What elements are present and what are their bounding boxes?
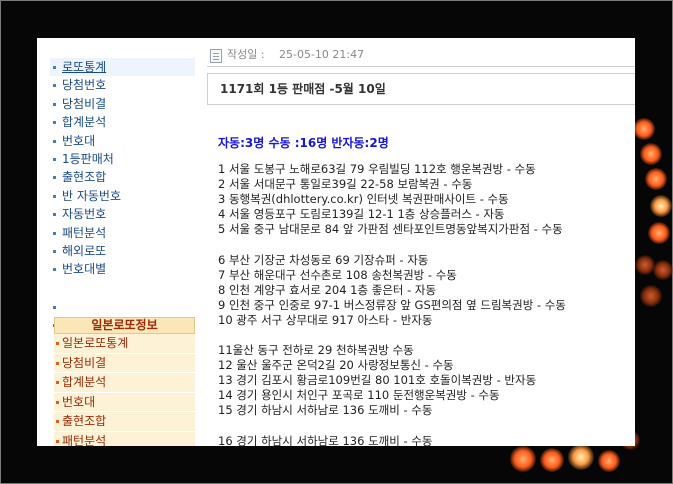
menu-item-empty bbox=[50, 298, 195, 316]
date-label: 작성일 : bbox=[227, 48, 265, 61]
bullet-icon bbox=[53, 157, 56, 161]
sidebar: 로또통계 당첨번호 당첨비결 합계분석 번호대 1등판매처 출현조합 반 자동번… bbox=[37, 38, 200, 446]
list-item: 10 광주 서구 상무대로 917 아스타 - 반자동 bbox=[218, 312, 433, 327]
list-item: 2 서울 서대문구 통일로39길 22-58 보람복권 - 수동 bbox=[218, 177, 473, 191]
list-gap bbox=[218, 328, 635, 344]
list-gap bbox=[218, 237, 635, 253]
post-title: 1171회 1등 판매점 -5월 10일 bbox=[207, 73, 635, 105]
bullet-icon bbox=[53, 66, 56, 69]
jp-menu-item-winning-tips[interactable]: 당첨비결 bbox=[54, 353, 195, 373]
bullet-icon bbox=[56, 439, 59, 443]
list-item: 11울산 동구 전하로 29 천하복권방 수동 bbox=[218, 343, 414, 357]
list-item: 7 부산 해운대구 선수촌로 108 송천복권방 - 수동 bbox=[218, 267, 457, 282]
menu-item-lotto-stats[interactable]: 로또통계 bbox=[50, 58, 195, 77]
jp-menu-item-pattern-analysis[interactable]: 패턴분석 bbox=[54, 431, 195, 446]
date-value: 25-05-10 21:47 bbox=[279, 48, 365, 61]
menu-item-by-number-range[interactable]: 번호대별 bbox=[50, 260, 195, 278]
menu-item-overseas-lotto[interactable]: 해외로또 bbox=[50, 242, 195, 260]
bullet-icon bbox=[56, 342, 59, 345]
bullet-icon bbox=[53, 176, 56, 180]
list-item: 16 경기 하남시 서하남로 136 도깨비 - 수동 bbox=[218, 433, 433, 447]
bullet-icon bbox=[53, 268, 56, 272]
list-item: 12 울산 울주군 온덕2길 20 사랑정보통신 - 수동 bbox=[218, 358, 454, 372]
bullet-icon bbox=[53, 102, 56, 106]
jp-menu-item-number-range[interactable]: 번호대 bbox=[54, 392, 195, 412]
winner-summary: 자동:3명 수동 :16명 반자동:2명 bbox=[218, 136, 389, 150]
jp-menu-item-stats[interactable]: 일본로또통계 bbox=[54, 334, 195, 354]
post-content: 작성일 : 25-05-10 21:47 1171회 1등 판매점 -5월 10… bbox=[202, 38, 635, 446]
bullet-icon bbox=[53, 121, 56, 125]
menu-item-first-prize-stores[interactable]: 1등판매처 bbox=[50, 150, 195, 168]
menu-item-combinations[interactable]: 출현조합 bbox=[50, 168, 195, 186]
list-item: 15 경기 하남시 서하남로 136 도깨비 - 수동 bbox=[218, 403, 433, 417]
winner-list: 1 서울 도봉구 노해로63길 79 우림빌딩 112호 행운복권방 - 수동 2… bbox=[218, 162, 635, 446]
bullet-icon bbox=[53, 139, 56, 143]
document-icon bbox=[210, 49, 222, 63]
menu-item-winning-tips[interactable]: 당첨비결 bbox=[50, 95, 195, 113]
list-item: 13 경기 김포시 황금로109번길 80 101호 호돌이복권방 - 반자동 bbox=[218, 373, 537, 387]
list-gap bbox=[218, 418, 635, 434]
menu-item-empty bbox=[50, 279, 195, 298]
jp-menu-item-sum-analysis[interactable]: 합계분석 bbox=[54, 373, 195, 393]
bullet-icon bbox=[53, 84, 56, 88]
bullet-icon bbox=[53, 305, 56, 309]
menu-item-number-range[interactable]: 번호대 bbox=[50, 132, 195, 150]
list-item: 14 경기 용인시 처인구 포곡로 110 둔전행운복권방 - 수동 bbox=[218, 388, 500, 402]
menu-item-semi-auto-numbers[interactable]: 반 자동번호 bbox=[50, 187, 195, 205]
menu-item-sum-analysis[interactable]: 합계분석 bbox=[50, 113, 195, 131]
list-item: 9 인천 중구 인중로 97-1 버스정류장 앞 GS편의점 옆 드림복권방 -… bbox=[218, 297, 566, 312]
list-item: 3 동행복권(dhlottery.co.kr) 인터넷 복권판매사이트 - 수동 bbox=[218, 192, 509, 206]
bullet-icon bbox=[56, 420, 59, 423]
japan-lotto-menu: 일본로또통계 당첨비결 합계분석 번호대 출현조합 패턴분석 bbox=[54, 334, 195, 446]
post-meta: 작성일 : 25-05-10 21:47 bbox=[207, 44, 635, 67]
japan-lotto-header: 일본로또정보 bbox=[54, 317, 195, 334]
bullet-icon bbox=[53, 213, 56, 217]
jp-menu-item-combinations[interactable]: 출현조합 bbox=[54, 412, 195, 432]
bullet-icon bbox=[53, 194, 56, 198]
lotto-menu: 로또통계 당첨번호 당첨비결 합계분석 번호대 1등판매처 출현조합 반 자동번… bbox=[50, 58, 195, 334]
bullet-icon bbox=[56, 381, 59, 384]
list-item: 8 인천 계양구 효서로 204 1층 좋은터 - 자동 bbox=[218, 282, 437, 297]
bullet-icon bbox=[53, 231, 56, 235]
menu-item-auto-numbers[interactable]: 자동번호 bbox=[50, 205, 195, 223]
list-item: 4 서울 영등포구 도림로139길 12-1 1층 상승플러스 - 자동 bbox=[218, 207, 505, 221]
menu-item-winning-numbers[interactable]: 당첨번호 bbox=[50, 76, 195, 94]
menu-item-pattern-analysis[interactable]: 패턴분석 bbox=[50, 224, 195, 242]
list-item: 6 부산 기장군 차성동로 69 기장슈퍼 - 자동 bbox=[218, 252, 429, 267]
list-item: 1 서울 도봉구 노해로63길 79 우림빌딩 112호 행운복권방 - 수동 bbox=[218, 162, 536, 176]
bullet-icon bbox=[56, 400, 59, 404]
bullet-icon bbox=[56, 361, 59, 365]
page-window: 로또통계 당첨번호 당첨비결 합계분석 번호대 1등판매처 출현조합 반 자동번… bbox=[37, 38, 635, 446]
list-item: 5 서울 중구 남대문로 84 앞 가판점 센타포인트명동앞복지가판점 - 수동 bbox=[218, 222, 563, 236]
bullet-icon bbox=[53, 249, 56, 253]
